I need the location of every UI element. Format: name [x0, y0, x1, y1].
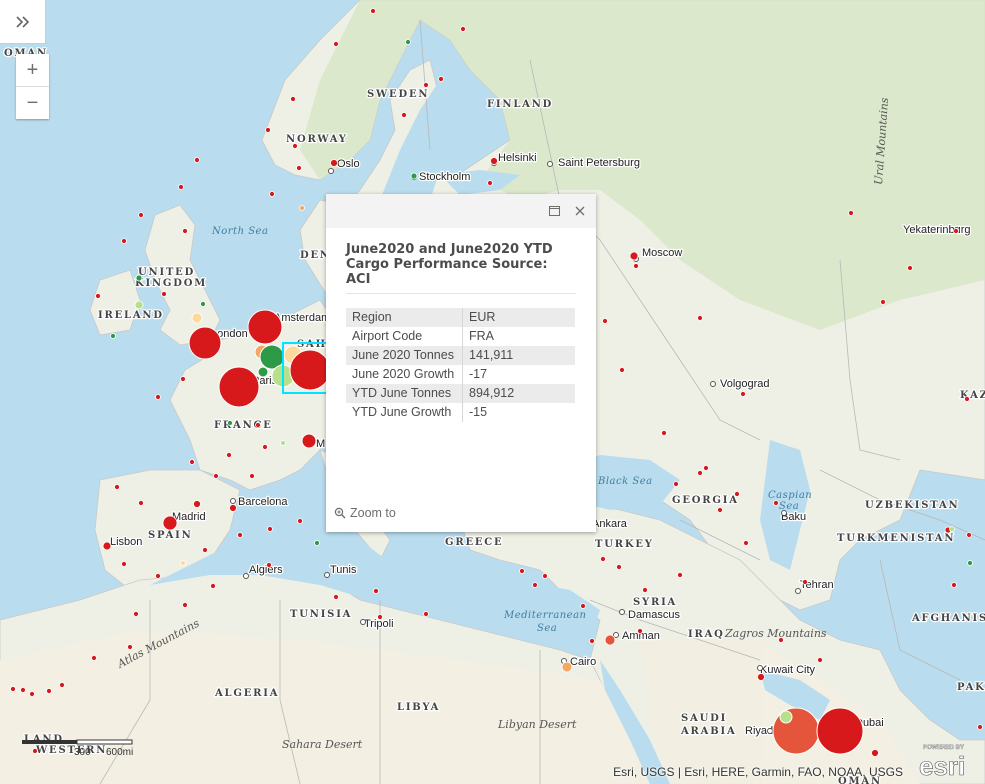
city-label-oslo: Oslo: [337, 158, 360, 170]
airport-circle-fra: [289, 349, 331, 391]
terrain-label-libyan: Libyan Desert: [497, 718, 577, 731]
country-label-arabia: ARABIA: [680, 726, 737, 737]
attr-value: 141,911: [462, 346, 575, 365]
water-label-black-sea: Black Sea: [597, 476, 653, 487]
popup-title: June2020 and June2020 YTD Cargo Performa…: [346, 242, 553, 287]
city-label-stockholm: Stockholm: [419, 171, 470, 183]
city-label-cairo: Cairo: [570, 656, 596, 668]
feature-popup: June2020 and June2020 YTD Cargo Performa…: [326, 194, 596, 532]
country-label-turkmenistan: TURKMENISTAN: [837, 533, 955, 544]
city-label-yekaterinburg: Yekaterinburg: [903, 224, 970, 236]
table-row: June 2020 Tonnes 141,911: [346, 346, 575, 365]
country-label-turkey: TURKEY: [595, 539, 654, 550]
city-label-kuwait-city: Kuwait City: [760, 664, 816, 676]
close-icon[interactable]: [572, 203, 588, 219]
table-row: Airport Code FRA: [346, 327, 575, 346]
expand-panel-button[interactable]: [0, 0, 46, 44]
city-label-tunis: Tunis: [330, 564, 357, 576]
city-label-helsinki: Helsinki: [498, 152, 537, 164]
terrain-label-sahara: Sahara Desert: [282, 738, 363, 751]
country-label-afghanistan: AFGHANISTA: [911, 613, 985, 624]
airport-circle-lhr: [188, 326, 222, 360]
attr-key: Airport Code: [346, 327, 463, 346]
water-label-caspian: Caspian: [768, 490, 812, 501]
country-label-iraq: IRAQ: [688, 629, 725, 640]
scale-label-300: 300: [74, 747, 91, 756]
attr-key: June 2020 Growth: [346, 365, 463, 384]
country-label-kingdom: KINGDOM: [135, 278, 207, 289]
attr-value: 894,912: [462, 384, 575, 403]
zoom-out-button[interactable]: −: [16, 86, 49, 119]
country-label-finland: FINLAND: [487, 99, 553, 110]
city-label-algiers: Algiers: [249, 564, 283, 576]
scale-label-600: 600mi: [106, 747, 133, 756]
country-label-sweden: SWEDEN: [367, 89, 429, 100]
country-label-pak: PAK: [957, 682, 985, 693]
airport-circle-cdg: [218, 366, 260, 408]
city-label-moscow: Moscow: [642, 247, 682, 259]
water-label-north-sea: North Sea: [211, 226, 268, 237]
terrain-label-zagros: Zagros Mountains: [724, 627, 827, 640]
attr-value: -17: [469, 367, 488, 381]
water-label-mediterranean: Mediterranean: [503, 610, 586, 621]
city-label-amsterdam: Amsterdam: [274, 312, 330, 324]
zoom-control: + −: [16, 54, 49, 119]
esri-wordmark: esri: [919, 751, 965, 780]
maximize-icon[interactable]: [546, 203, 562, 219]
country-label-united: UNITED: [138, 267, 195, 278]
airport-circle-ams: [247, 309, 283, 345]
city-label-lisbon: Lisbon: [110, 536, 142, 548]
attr-value: EUR: [462, 308, 575, 327]
attribute-table: Region EUR Airport Code FRA June 2020 Tonn…: [346, 308, 575, 422]
zoom-to-button[interactable]: Zoom to: [334, 506, 396, 520]
attr-key: YTD June Tonnes: [346, 384, 463, 403]
table-row: YTD June Growth -15: [346, 403, 575, 422]
country-label-libya: LIBYA: [397, 702, 440, 713]
country-label-georgia: GEORGIA: [672, 495, 739, 506]
water-label-mediterranean-sea: Sea: [537, 623, 557, 634]
popup-header: [326, 194, 596, 228]
city-label-saint-petersburg: Saint Petersburg: [558, 157, 640, 169]
city-label-ankara: Ankara: [592, 518, 628, 530]
magnifier-icon: [334, 507, 346, 519]
double-chevron-right-icon: [15, 15, 29, 28]
country-label-spain: SPAIN: [148, 530, 193, 541]
country-label-syria: SYRIA: [633, 597, 677, 608]
country-label-algeria: ALGERIA: [214, 688, 279, 699]
table-row: YTD June Tonnes 894,912: [346, 384, 575, 403]
attr-value: FRA: [469, 329, 494, 343]
country-label-france: FRANCE: [214, 420, 273, 431]
country-label-uzbekistan: UZBEKISTAN: [865, 500, 959, 511]
esri-logo: POWERED BY esri: [919, 745, 966, 780]
country-label-ireland: IRELAND: [98, 310, 164, 321]
city-label-damascus: Damascus: [628, 609, 680, 621]
attr-key: YTD June Growth: [346, 403, 463, 422]
city-label-m: M: [316, 438, 325, 450]
city-label-volgograd: Volgograd: [720, 378, 770, 390]
popup-divider: [346, 293, 576, 294]
country-label-saudi: SAUDI: [681, 713, 727, 724]
map-attribution: Esri, USGS | Esri, HERE, Garmin, FAO, NO…: [613, 765, 903, 779]
country-label-kaz: KAZ: [960, 390, 985, 401]
city-label-tripoli: Tripoli: [364, 618, 394, 630]
country-label-greece: GREECE: [445, 537, 503, 548]
scale-bar: 300 600mi: [22, 739, 133, 756]
table-row: June 2020 Growth -17: [346, 365, 575, 384]
airport-circle-dxb: [816, 707, 864, 755]
city-label-barcelona: Barcelona: [238, 496, 288, 508]
attr-key: Region: [346, 308, 463, 327]
country-label-tunisia: TUNISIA: [290, 609, 352, 620]
zoom-in-button[interactable]: +: [16, 54, 49, 86]
attr-key: June 2020 Tonnes: [346, 346, 463, 365]
table-row: Region EUR: [346, 308, 575, 327]
zoom-to-label: Zoom to: [350, 506, 396, 520]
attr-value: -15: [469, 405, 488, 419]
